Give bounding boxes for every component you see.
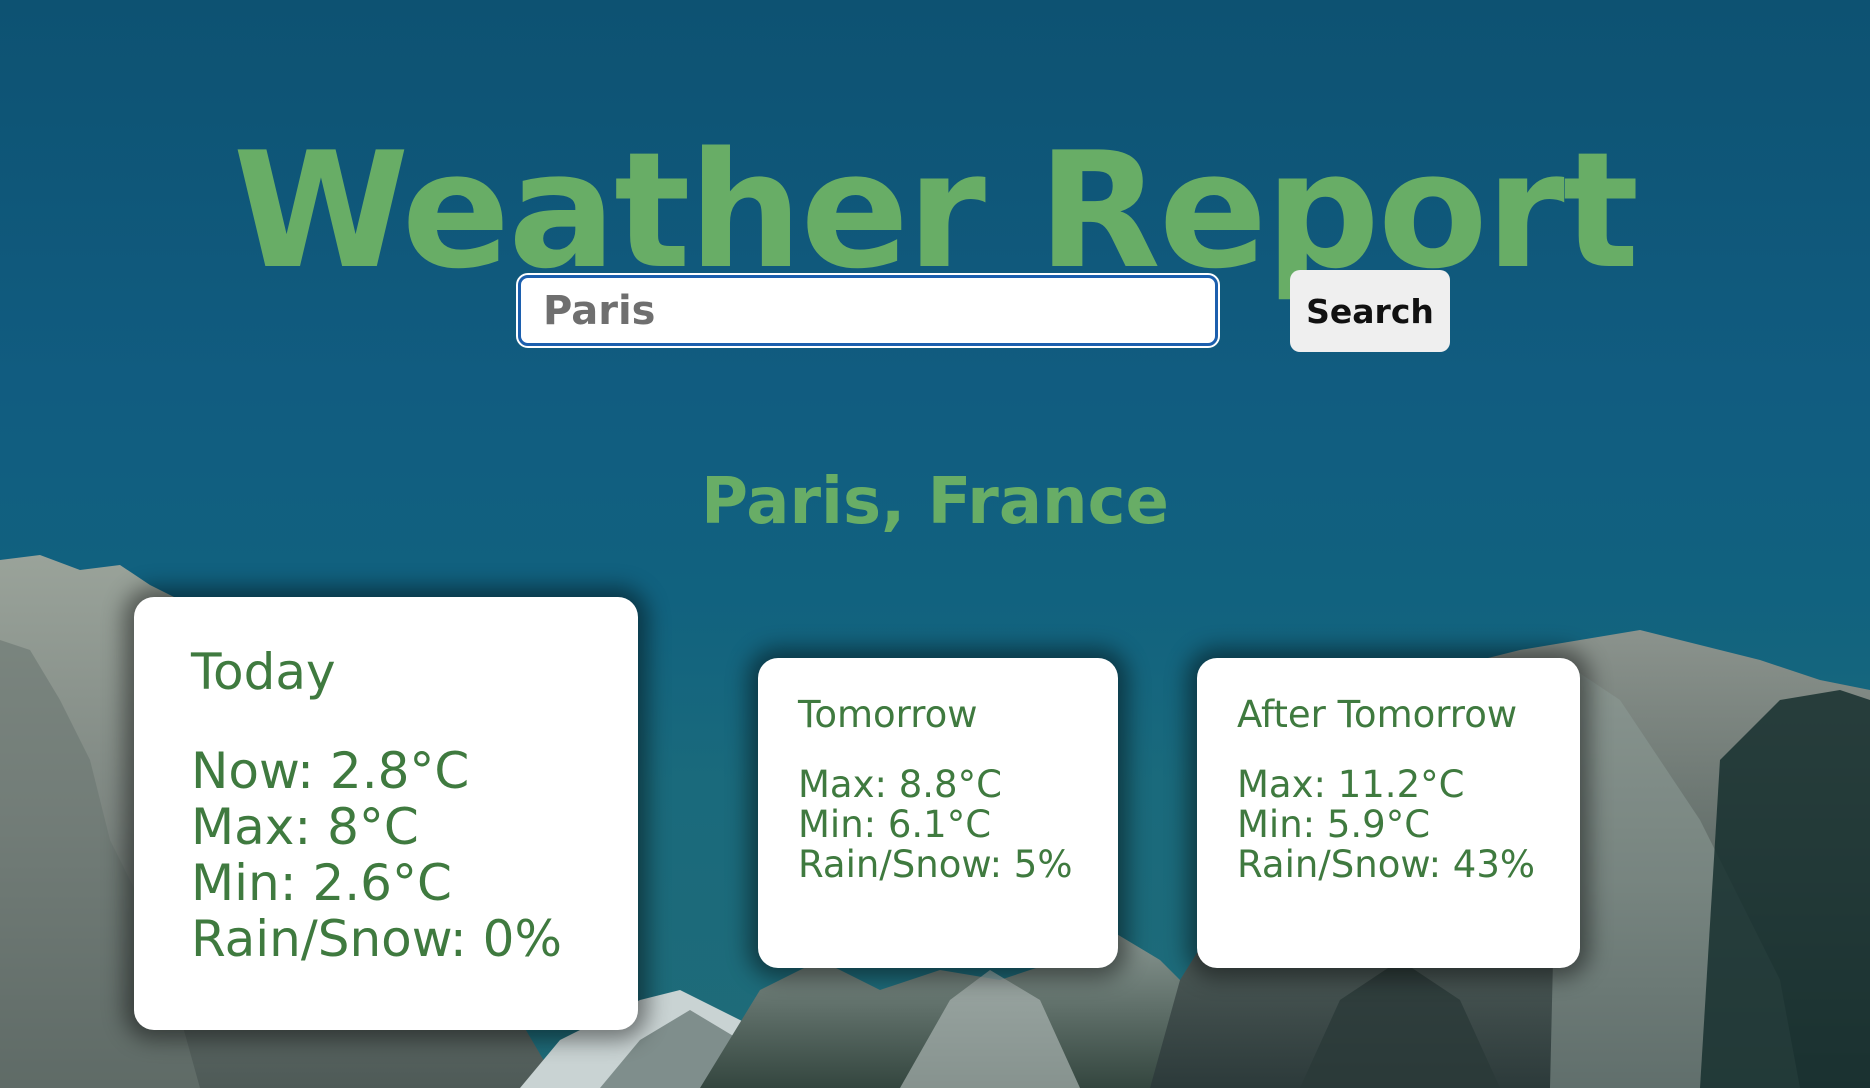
- today-forecast-card: Today Now: 2.8°C Max: 8°C Min: 2.6°C Rai…: [134, 597, 638, 1030]
- tomorrow-card-title: Tomorrow: [798, 693, 978, 736]
- after-tomorrow-precipitation: Rain/Snow: 43%: [1237, 843, 1536, 886]
- today-precipitation: Rain/Snow: 0%: [191, 910, 562, 968]
- tomorrow-precipitation: Rain/Snow: 5%: [798, 843, 1073, 886]
- page-title: Weather Report: [232, 117, 1639, 305]
- city-search-input[interactable]: [516, 273, 1220, 348]
- today-card-title: Today: [191, 643, 336, 701]
- today-min-temperature: Min: 2.6°C: [191, 854, 452, 912]
- today-max-temperature: Max: 8°C: [191, 798, 419, 856]
- location-title: Paris, France: [701, 465, 1169, 539]
- after-tomorrow-card-title: After Tomorrow: [1237, 693, 1518, 736]
- search-button[interactable]: Search: [1290, 270, 1450, 352]
- after-tomorrow-min-temperature: Min: 5.9°C: [1237, 803, 1431, 846]
- tomorrow-forecast-card: Tomorrow Max: 8.8°C Min: 6.1°C Rain/Snow…: [758, 658, 1118, 968]
- after-tomorrow-max-temperature: Max: 11.2°C: [1237, 763, 1465, 806]
- after-tomorrow-forecast-card: After Tomorrow Max: 11.2°C Min: 5.9°C Ra…: [1197, 658, 1580, 968]
- today-now-temperature: Now: 2.8°C: [191, 742, 470, 800]
- tomorrow-min-temperature: Min: 6.1°C: [798, 803, 992, 846]
- tomorrow-max-temperature: Max: 8.8°C: [798, 763, 1002, 806]
